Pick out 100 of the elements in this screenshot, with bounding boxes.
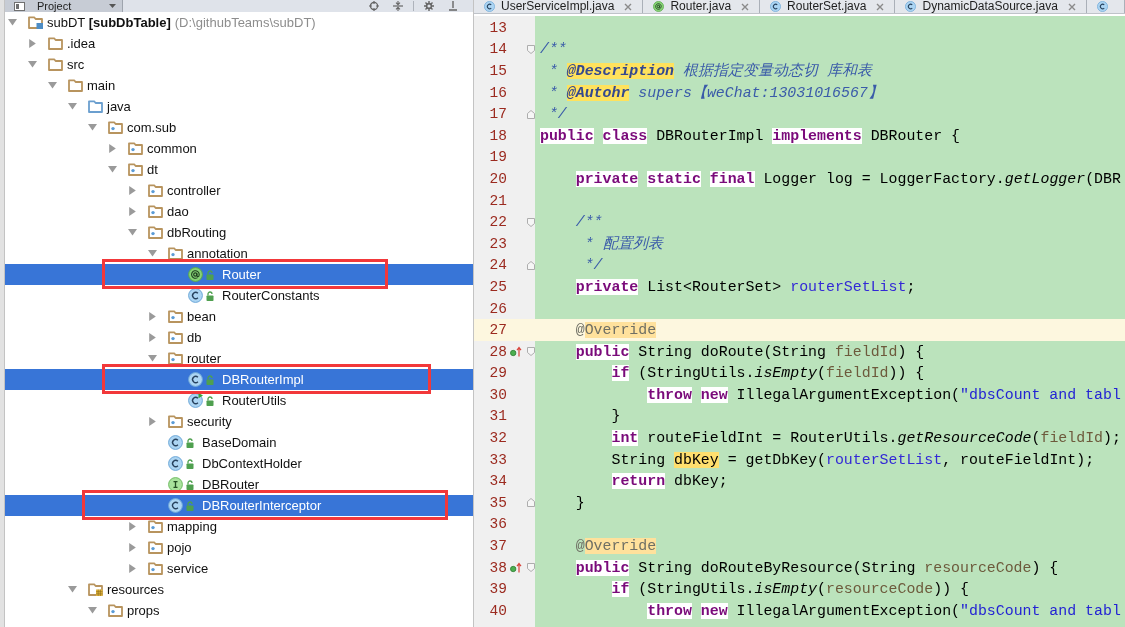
caret-down-icon[interactable]: [68, 102, 77, 111]
caret-down-icon[interactable]: [8, 18, 17, 27]
caret-down-icon[interactable]: [68, 585, 77, 594]
tree-item[interactable]: service: [5, 558, 473, 579]
line-number: 40: [488, 601, 507, 620]
tree-item[interactable]: src: [5, 54, 473, 75]
caret-right-icon[interactable]: [148, 333, 157, 342]
collapse-all-icon[interactable]: [393, 1, 403, 11]
close-icon[interactable]: [1067, 2, 1076, 11]
tree-item[interactable]: resources: [5, 579, 473, 600]
close-icon[interactable]: [876, 2, 885, 11]
caret-right-icon[interactable]: [108, 144, 117, 153]
line-number: 28: [488, 342, 507, 361]
code-line: * @Autohr supers【weChat:13031016567】: [548, 83, 883, 102]
caret-down-icon[interactable]: [108, 165, 117, 174]
tree-item[interactable]: RouterUtils: [5, 390, 473, 411]
close-icon[interactable]: [741, 2, 750, 11]
caret-right-icon[interactable]: [148, 312, 157, 321]
line-number: 33: [488, 450, 507, 469]
tree-item[interactable]: common: [5, 138, 473, 159]
code-line: @Override: [575, 537, 657, 556]
tree-item[interactable]: db: [5, 327, 473, 348]
caret-right-icon[interactable]: [28, 39, 37, 48]
code-line: /**: [575, 213, 603, 232]
tree-item[interactable]: DBRouterImpl: [5, 369, 473, 390]
tree-item[interactable]: pojo: [5, 537, 473, 558]
caret-down-icon[interactable]: [148, 354, 157, 363]
tree-item[interactable]: RouterConstants: [5, 285, 473, 306]
tree-item[interactable]: DBRouterInterceptor: [5, 495, 473, 516]
package-folder-icon: [168, 352, 183, 365]
settings-icon[interactable]: [424, 1, 434, 11]
tree-item[interactable]: controller: [5, 180, 473, 201]
caret-right-icon[interactable]: [128, 207, 137, 216]
editor-tab[interactable]: UserServiceImpl.java: [474, 0, 644, 13]
lock-icon: [206, 395, 214, 406]
caret-down-icon[interactable]: [148, 249, 157, 258]
caret-down-icon[interactable]: [48, 81, 57, 90]
tree-item[interactable]: props: [5, 600, 473, 621]
code-line: @Override: [575, 321, 657, 340]
line-number: 20: [488, 169, 507, 188]
circle-arrow-icon[interactable]: [510, 562, 522, 574]
dropdown-caret-icon[interactable]: [109, 4, 116, 8]
code-line: throw new IllegalArgumentException("dbsCount and tabl: [647, 385, 1121, 404]
package-folder-icon: [148, 205, 163, 218]
caret-right-icon[interactable]: [148, 417, 157, 426]
tree-item[interactable]: bean: [5, 306, 473, 327]
class-icon: [188, 288, 203, 303]
line-number: 32: [488, 429, 507, 448]
fold-marker-icon[interactable]: [527, 260, 535, 270]
circle-arrow-icon[interactable]: [510, 346, 522, 358]
tree-item[interactable]: mapping: [5, 516, 473, 537]
crosshair-icon[interactable]: [369, 1, 379, 11]
tree-item[interactable]: DBRouter: [5, 474, 473, 495]
caret-right-icon[interactable]: [128, 186, 137, 195]
tree-item[interactable]: security: [5, 411, 473, 432]
tree-item[interactable]: DbContextHolder: [5, 453, 473, 474]
tree-item[interactable]: subDT [subDbTable] (D:\githubTeams\subDT): [5, 12, 473, 33]
code-line: }: [611, 407, 621, 426]
code-line: */: [584, 256, 603, 275]
fold-marker-icon[interactable]: [527, 347, 535, 357]
minimize-icon[interactable]: [448, 1, 458, 11]
package-folder-icon: [168, 310, 183, 323]
tree-item[interactable]: router: [5, 348, 473, 369]
caret-down-icon[interactable]: [88, 606, 97, 615]
caret-right-icon[interactable]: [128, 564, 137, 573]
tool-window-tab[interactable]: Project: [5, 0, 123, 12]
editor-tab[interactable]: RouterSet.java: [760, 0, 896, 13]
code-line: public String doRouteByResource(String resourceCode) {: [575, 558, 1059, 577]
lock-icon: [186, 500, 194, 511]
editor-tab[interactable]: DynamicDataSource.java: [895, 0, 1087, 13]
package-folder-icon: [168, 247, 183, 260]
tree-item[interactable]: Router: [5, 264, 473, 285]
tree-item[interactable]: main: [5, 75, 473, 96]
tree-item[interactable]: .idea: [5, 33, 473, 54]
tree-item[interactable]: dbRouting: [5, 222, 473, 243]
line-number: 39: [488, 580, 507, 599]
tree-item[interactable]: BaseDomain: [5, 432, 473, 453]
caret-right-icon[interactable]: [128, 522, 137, 531]
fold-marker-icon[interactable]: [527, 44, 535, 54]
tree-item[interactable]: dao: [5, 201, 473, 222]
caret-down-icon[interactable]: [88, 123, 97, 132]
tree-item[interactable]: annotation: [5, 243, 473, 264]
code-line: private static final Logger log = LoggerFactory.getLogger(DBR: [575, 169, 1121, 188]
annotation-icon: [653, 1, 665, 12]
fold-marker-icon[interactable]: [527, 217, 535, 227]
fold-marker-icon[interactable]: [527, 563, 535, 573]
tree-item[interactable]: dt: [5, 159, 473, 180]
tree-item[interactable]: java: [5, 96, 473, 117]
editor-tab[interactable]: Router.java: [643, 0, 761, 13]
fold-marker-icon[interactable]: [527, 109, 535, 119]
caret-right-icon[interactable]: [128, 543, 137, 552]
line-number: 22: [488, 213, 507, 232]
caret-down-icon[interactable]: [128, 228, 137, 237]
folder-icon: [88, 100, 103, 113]
code-line: }: [575, 493, 585, 512]
caret-down-icon[interactable]: [28, 60, 37, 69]
code-line: * @Description 根据指定变量动态切 库和表: [548, 62, 872, 80]
fold-marker-icon[interactable]: [527, 498, 535, 508]
close-icon[interactable]: [624, 2, 633, 11]
tree-item[interactable]: com.sub: [5, 117, 473, 138]
